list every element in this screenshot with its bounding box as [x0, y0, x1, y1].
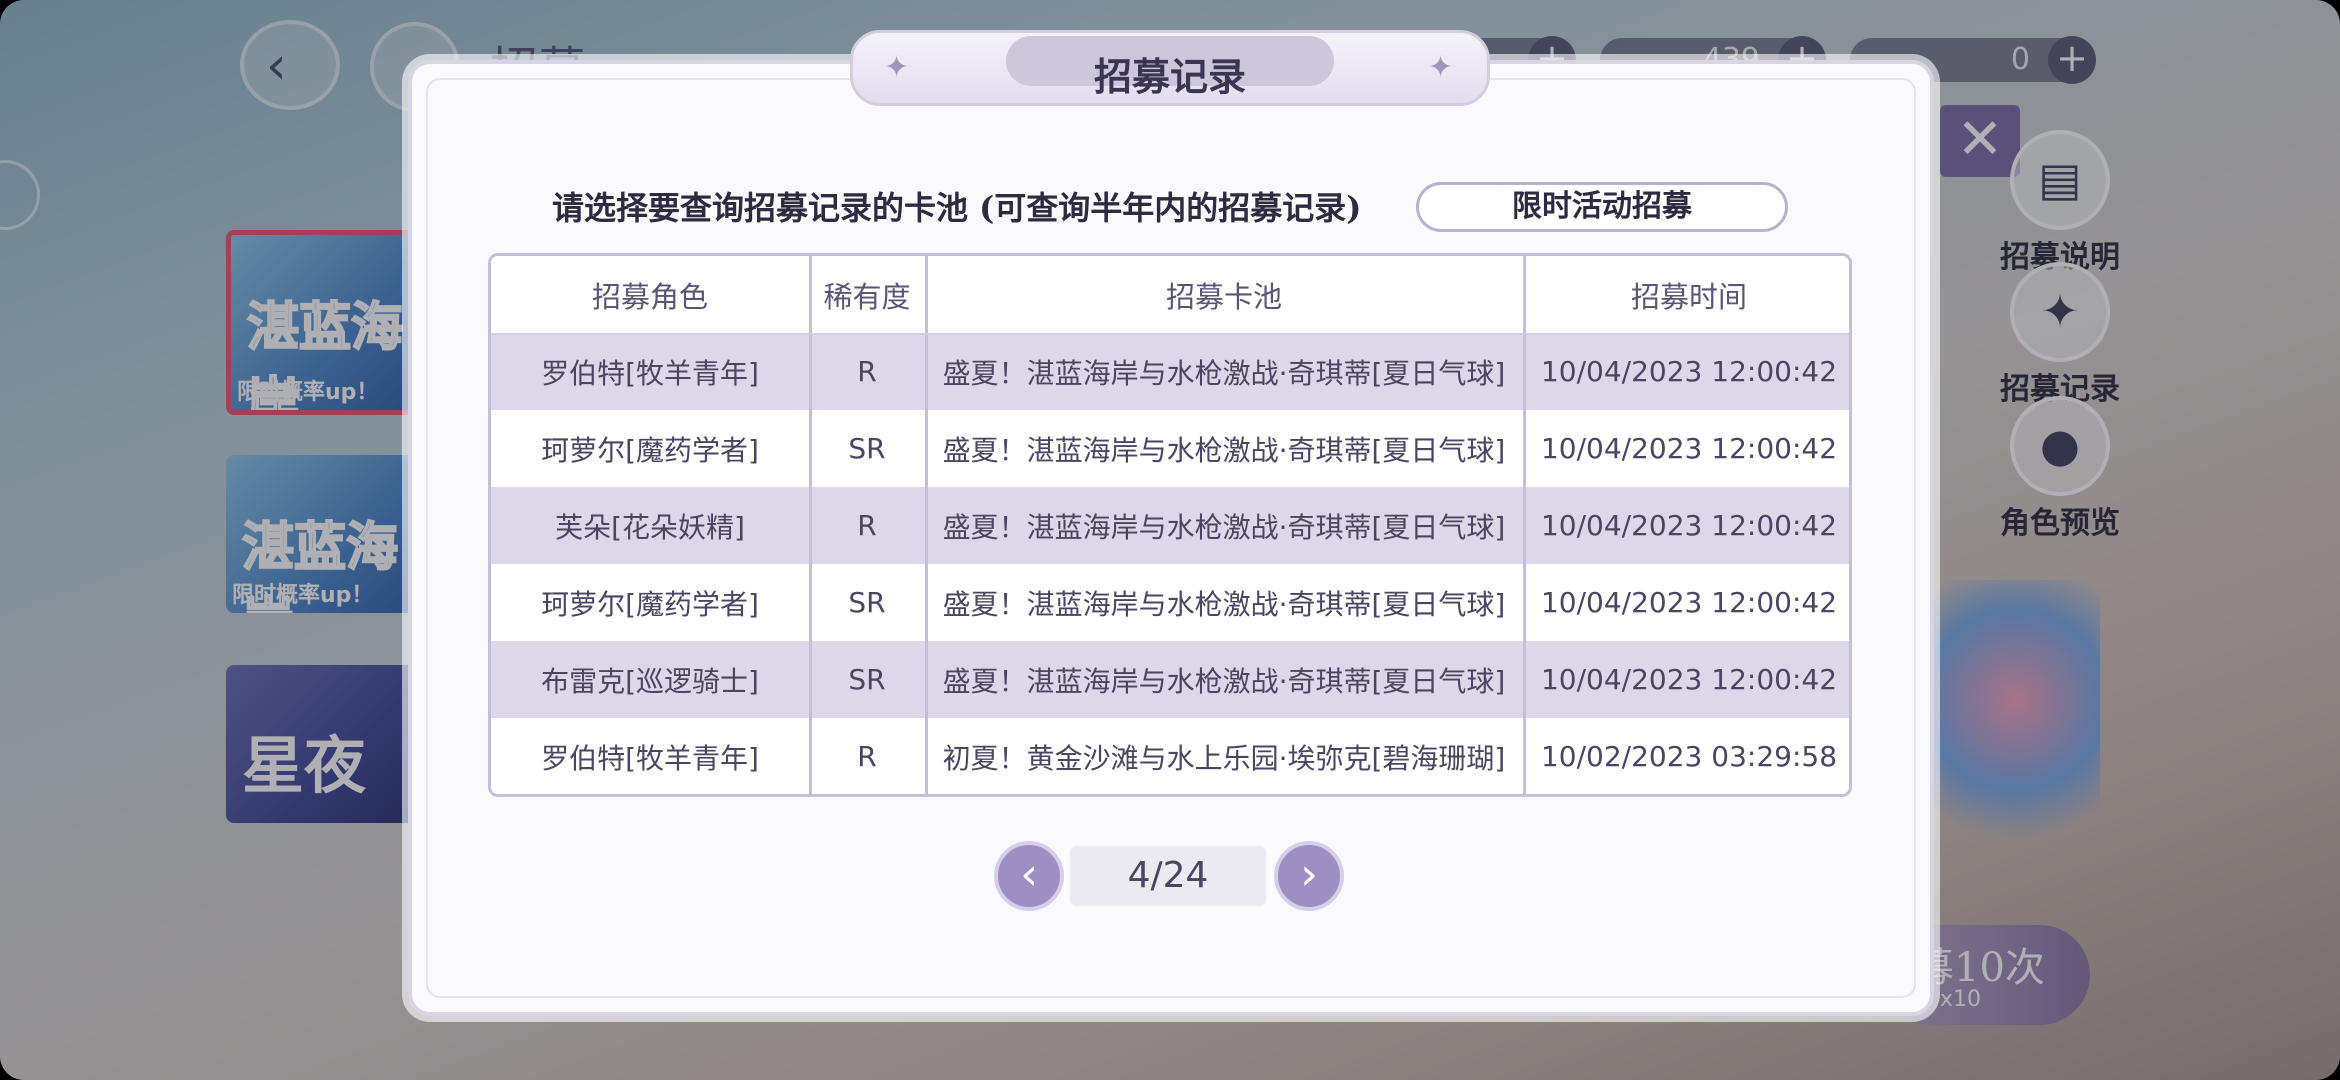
chevron-right-icon: ›	[1300, 849, 1318, 900]
row-pool: 盛夏！湛蓝海岸与水枪激战·奇琪蒂[夏日气球]	[942, 587, 1506, 621]
row-character: 罗伯特[牧羊青年]	[541, 356, 759, 390]
next-page-button[interactable]: ›	[1274, 841, 1344, 911]
row-rarity: SR	[848, 663, 886, 696]
row-time: 10/04/2023 12:00:42	[1540, 586, 1838, 619]
sparkle-icon: ✦	[1428, 50, 1454, 85]
row-rarity: R	[857, 355, 877, 388]
header-divider	[491, 333, 1849, 335]
row-time: 10/04/2023 12:00:42	[1540, 432, 1838, 465]
row-character: 布雷克[巡逻骑士]	[541, 664, 759, 698]
pool-select-button[interactable]: 限时活动招募	[1416, 182, 1788, 232]
row-pool: 盛夏！湛蓝海岸与水枪激战·奇琪蒂[夏日气球]	[942, 510, 1506, 544]
table-row: 罗伯特[牧羊青年] R 初夏！黄金沙滩与水上乐园·埃弥克[碧海珊瑚] 10/02…	[491, 718, 1849, 794]
prev-page-button[interactable]: ‹	[994, 841, 1064, 911]
column-divider	[809, 256, 812, 794]
table-row: 芙朵[花朵妖精] R 盛夏！湛蓝海岸与水枪激战·奇琪蒂[夏日气球] 10/04/…	[491, 487, 1849, 564]
dialog-title: 招募记录	[1093, 54, 1246, 99]
record-table: 招募角色 稀有度 招募卡池 招募时间 罗伯特[牧羊青年] R 盛夏！湛蓝海岸与水…	[488, 253, 1852, 797]
column-divider	[925, 256, 928, 794]
table-row: 珂萝尔[魔药学者] SR 盛夏！湛蓝海岸与水枪激战·奇琪蒂[夏日气球] 10/0…	[491, 410, 1849, 487]
row-pool: 盛夏！湛蓝海岸与水枪激战·奇琪蒂[夏日气球]	[942, 356, 1506, 390]
game-screen: ‹ 招募 + 439 + 0 + 湛蓝海岸 限时概率up！ 湛蓝海岸 限时概率u…	[0, 0, 2340, 1080]
column-header: 稀有度	[823, 279, 911, 314]
row-character: 珂萝尔[魔药学者]	[541, 433, 759, 467]
table-header: 招募角色 稀有度 招募卡池 招募时间	[491, 256, 1849, 333]
row-character: 罗伯特[牧羊青年]	[541, 741, 759, 775]
column-divider	[1523, 256, 1526, 794]
sparkle-icon: ✦	[884, 50, 910, 85]
row-rarity: SR	[848, 586, 886, 619]
row-pool: 盛夏！湛蓝海岸与水枪激战·奇琪蒂[夏日气球]	[942, 664, 1506, 698]
row-rarity: R	[857, 740, 877, 773]
row-time: 10/02/2023 03:29:58	[1540, 740, 1838, 773]
page-indicator: 4/24	[1070, 846, 1266, 906]
row-time: 10/04/2023 12:00:42	[1540, 355, 1838, 388]
column-header: 招募角色	[591, 279, 708, 314]
chevron-left-icon: ‹	[1020, 849, 1038, 900]
row-character: 芙朵[花朵妖精]	[555, 510, 745, 544]
row-time: 10/04/2023 12:00:42	[1540, 663, 1838, 696]
table-row: 珂萝尔[魔药学者] SR 盛夏！湛蓝海岸与水枪激战·奇琪蒂[夏日气球] 10/0…	[491, 564, 1849, 641]
column-header: 招募卡池	[1165, 279, 1282, 314]
table-row: 罗伯特[牧羊青年] R 盛夏！湛蓝海岸与水枪激战·奇琪蒂[夏日气球] 10/04…	[491, 333, 1849, 410]
row-character: 珂萝尔[魔药学者]	[541, 587, 759, 621]
table-row: 布雷克[巡逻骑士] SR 盛夏！湛蓝海岸与水枪激战·奇琪蒂[夏日气球] 10/0…	[491, 641, 1849, 718]
row-time: 10/04/2023 12:00:42	[1540, 509, 1838, 542]
pool-prompt: 请选择要查询招募记录的卡池 (可查询半年内的招募记录)	[552, 189, 1362, 227]
row-rarity: SR	[848, 432, 886, 465]
column-header: 招募时间	[1630, 279, 1747, 314]
row-rarity: R	[857, 509, 877, 542]
row-pool: 盛夏！湛蓝海岸与水枪激战·奇琪蒂[夏日气球]	[942, 433, 1506, 467]
row-pool: 初夏！黄金沙滩与水上乐园·埃弥克[碧海珊瑚]	[942, 741, 1506, 775]
